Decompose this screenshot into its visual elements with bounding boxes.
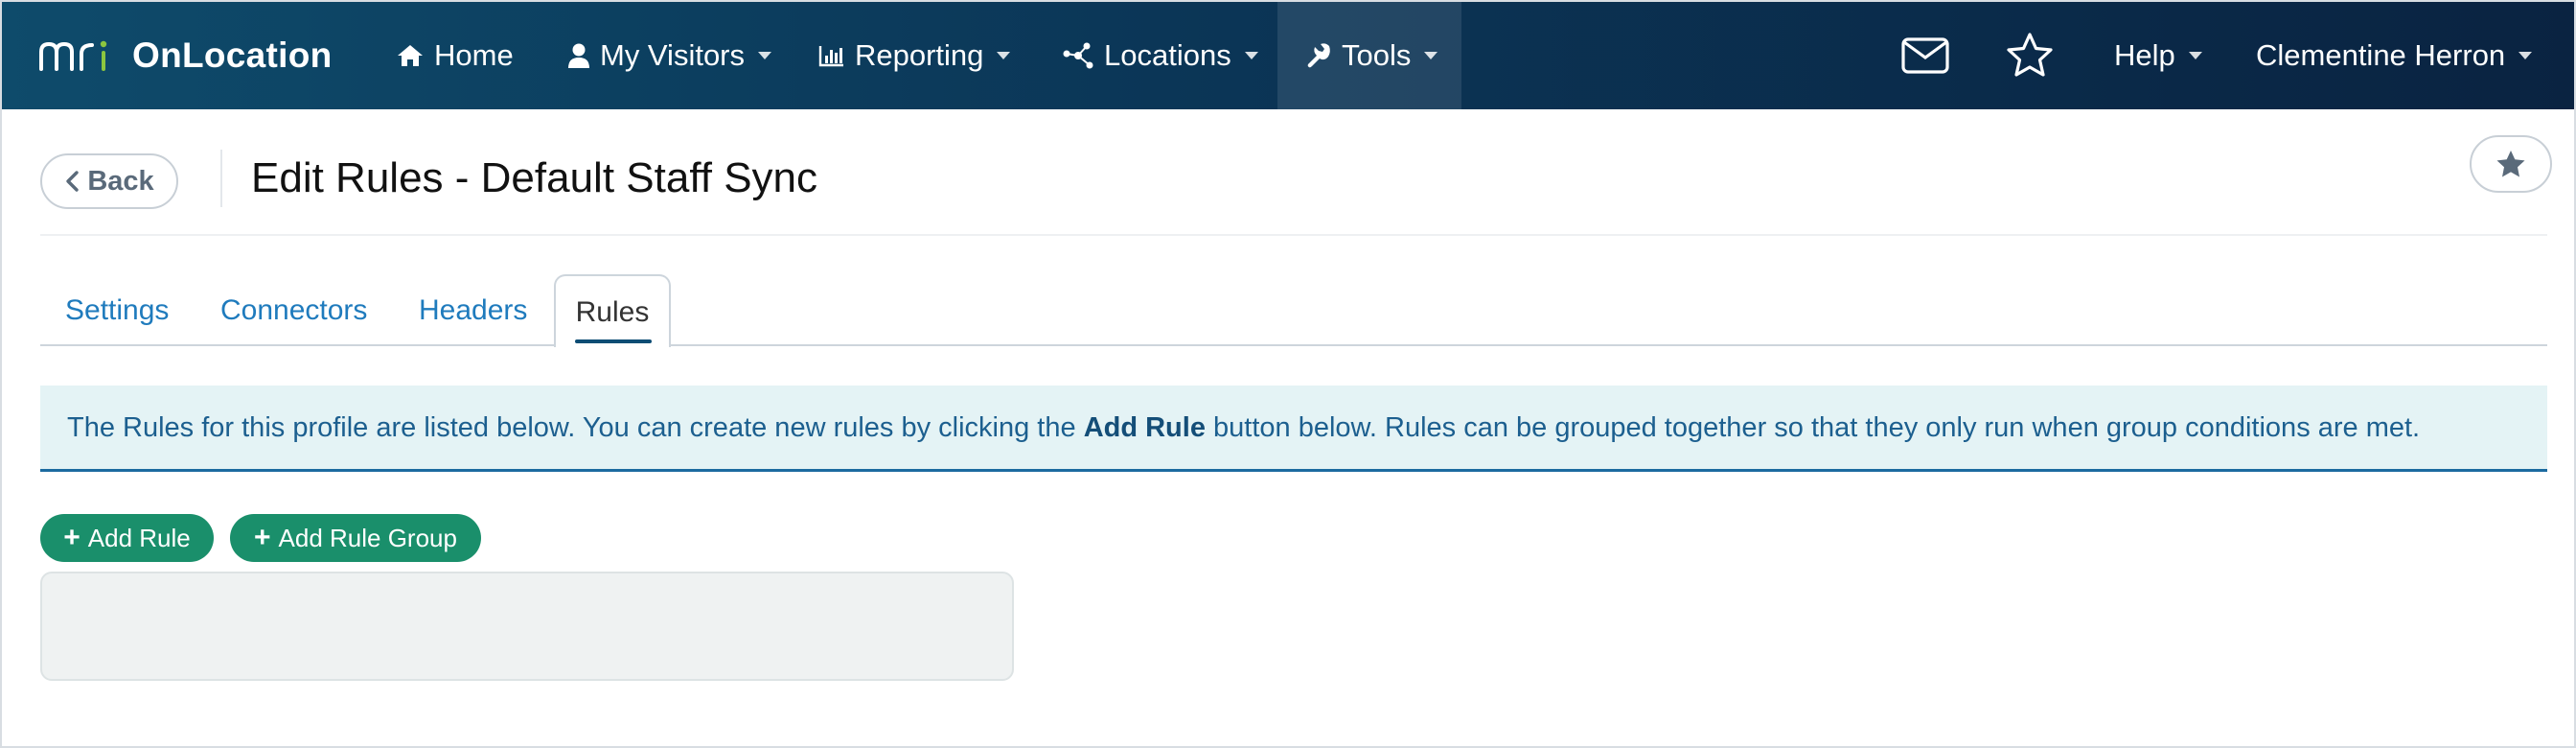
bar-chart-icon — [818, 44, 845, 67]
favorite-page-button[interactable] — [2470, 135, 2552, 193]
brand-name: OnLocation — [132, 35, 333, 75]
brand[interactable]: OnLocation — [38, 2, 333, 109]
mri-logo-icon — [39, 40, 107, 71]
user-name: Clementine Herron — [2256, 38, 2506, 72]
add-rule-group-label: Add Rule Group — [278, 523, 457, 552]
rules-list-container — [40, 572, 1014, 681]
nav-locations-label: Locations — [1104, 38, 1231, 72]
network-icon — [1062, 42, 1094, 69]
nav-tools[interactable]: Tools — [1305, 2, 1438, 109]
back-button[interactable]: Back — [40, 153, 178, 209]
star-outline-icon — [2007, 33, 2053, 77]
nav-tools-label: Tools — [1342, 38, 1412, 72]
page-title: Edit Rules - Default Staff Sync — [251, 154, 818, 201]
title-divider — [220, 150, 222, 207]
info-text-bold: Add Rule — [1083, 412, 1206, 443]
plus-icon: + — [63, 522, 80, 553]
nav-help[interactable]: Help — [2114, 2, 2202, 109]
info-text-after: button below. Rules can be grouped toget… — [1205, 412, 2421, 443]
tabs-baseline — [40, 344, 2547, 346]
wrench-icon — [1305, 42, 1332, 69]
chevron-down-icon — [2188, 52, 2202, 59]
info-text-before: The Rules for this profile are listed be… — [67, 412, 1084, 443]
nav-my-visitors-label: My Visitors — [600, 38, 746, 72]
chevron-down-icon — [1424, 52, 1438, 59]
top-navbar: OnLocation Home My Visitors Reporting Lo… — [2, 2, 2574, 109]
tab-headers[interactable]: Headers — [419, 284, 527, 345]
nav-my-visitors[interactable]: My Visitors — [567, 2, 772, 109]
star-icon — [2496, 151, 2525, 177]
active-tab-indicator — [575, 339, 652, 343]
chevron-down-icon — [1244, 52, 1258, 59]
nav-locations[interactable]: Locations — [1062, 2, 1258, 109]
tab-rules-label: Rules — [575, 296, 650, 328]
messages-button[interactable] — [1901, 2, 1949, 109]
nav-home[interactable]: Home — [396, 2, 514, 109]
home-icon — [396, 43, 425, 68]
envelope-icon — [1901, 37, 1949, 74]
nav-user-menu[interactable]: Clementine Herron — [2256, 2, 2533, 109]
nav-home-label: Home — [434, 38, 514, 72]
chevron-left-icon — [64, 170, 80, 193]
add-rule-button[interactable]: + Add Rule — [40, 514, 214, 562]
chevron-down-icon — [758, 52, 772, 59]
nav-reporting[interactable]: Reporting — [818, 2, 1011, 109]
nav-reporting-label: Reporting — [855, 38, 984, 72]
header-divider — [40, 234, 2547, 236]
add-rule-label: Add Rule — [87, 523, 191, 552]
add-rule-group-button[interactable]: + Add Rule Group — [230, 514, 481, 562]
info-alert: The Rules for this profile are listed be… — [40, 386, 2547, 472]
plus-icon: + — [254, 522, 271, 553]
chevron-down-icon — [2518, 52, 2533, 59]
nav-help-label: Help — [2114, 38, 2175, 72]
chevron-down-icon — [997, 52, 1011, 59]
tab-connectors[interactable]: Connectors — [220, 284, 367, 345]
tab-settings[interactable]: Settings — [65, 284, 169, 345]
back-label: Back — [87, 165, 154, 197]
tab-rules[interactable]: Rules — [554, 274, 671, 347]
user-icon — [567, 42, 590, 69]
favorites-button[interactable] — [2005, 2, 2055, 109]
